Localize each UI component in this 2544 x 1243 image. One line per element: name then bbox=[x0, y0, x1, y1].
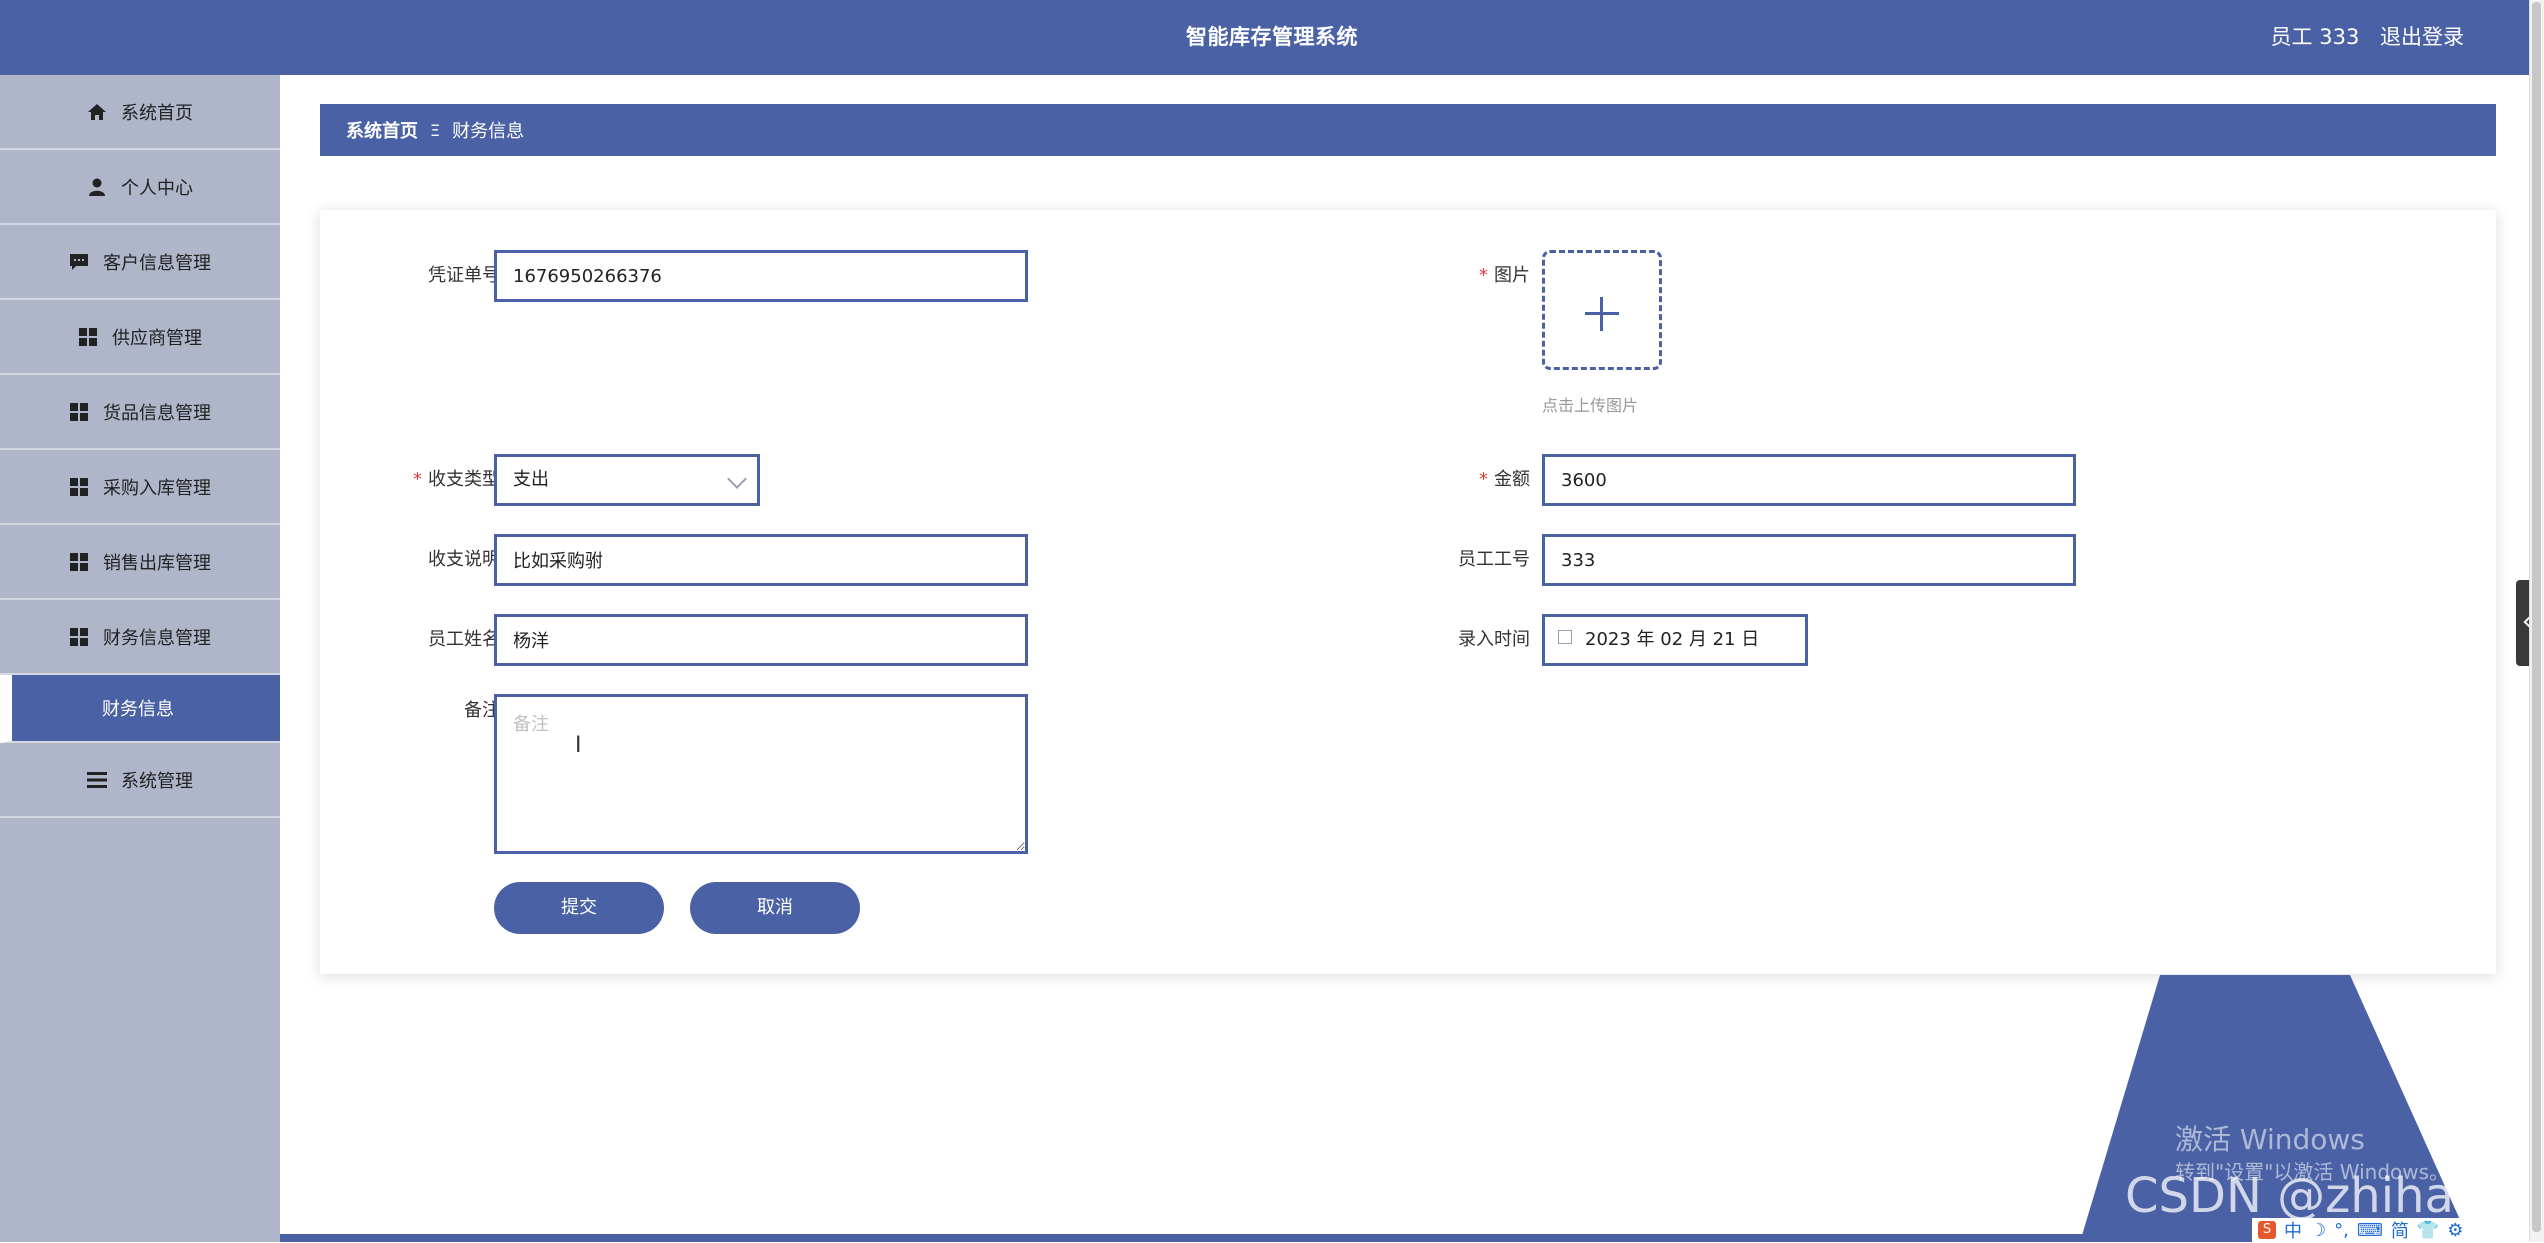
description-label: 收支说明 bbox=[428, 549, 500, 570]
page-scrollbar[interactable] bbox=[2529, 0, 2544, 1242]
breadcrumb-separator: Ξ bbox=[430, 120, 441, 140]
sidebar-item-goods[interactable]: 货品信息管理 bbox=[0, 375, 280, 450]
sidebar-item-system[interactable]: 系统管理 bbox=[0, 743, 280, 818]
sidebar-item-home[interactable]: 系统首页 bbox=[0, 75, 280, 150]
sidebar-item-label: 系统管理 bbox=[121, 770, 193, 792]
required-mark: * bbox=[1479, 265, 1488, 286]
sidebar-item-finance[interactable]: 财务信息管理 bbox=[0, 600, 280, 675]
amount-input[interactable] bbox=[1542, 454, 2076, 506]
employee-no-input[interactable] bbox=[1542, 534, 2076, 586]
sidebar-item-suppliers[interactable]: 供应商管理 bbox=[0, 300, 280, 375]
calendar-icon bbox=[1558, 630, 1572, 644]
ime-logo-icon[interactable]: S bbox=[2258, 1221, 2276, 1239]
grid-icon bbox=[69, 402, 89, 422]
sidebar-item-finance-info[interactable]: 财务信息 bbox=[0, 675, 280, 743]
employee-no-label: 员工工号 bbox=[1458, 549, 1530, 570]
grid-icon bbox=[69, 477, 89, 497]
windows-activation-watermark: 激活 Windows bbox=[2175, 1123, 2365, 1156]
ime-mode[interactable]: 中 bbox=[2284, 1217, 2302, 1243]
entry-time-picker[interactable]: 2023 年 02 月 21 日 bbox=[1542, 614, 1808, 666]
user-label: 员工 333 bbox=[2270, 25, 2360, 49]
upload-hint: 点击上传图片 bbox=[1542, 396, 1639, 415]
settings-icon[interactable]: ⚙ bbox=[2447, 1220, 2463, 1241]
type-select-value: 支出 bbox=[513, 469, 549, 490]
breadcrumb-home[interactable]: 系统首页 bbox=[346, 117, 418, 143]
csdn-watermark: CSDN @zhihao503 bbox=[2125, 1168, 2544, 1224]
punctuation-icon[interactable]: °, bbox=[2334, 1220, 2349, 1241]
employee-name-input[interactable] bbox=[494, 614, 1028, 666]
menu-icon bbox=[87, 770, 107, 790]
finance-form-card: 凭证单号 *图片 点击上传图片 *收支类型 支出 *金额 收支说明 员工工号 员… bbox=[320, 210, 2496, 974]
entry-time-label: 录入时间 bbox=[1458, 629, 1530, 650]
text-cursor-icon: I bbox=[575, 733, 582, 758]
user-icon bbox=[87, 177, 107, 197]
image-upload[interactable] bbox=[1542, 250, 1662, 370]
type-select[interactable]: 支出 bbox=[494, 454, 760, 506]
sidebar-item-label: 采购入库管理 bbox=[103, 477, 211, 499]
sidebar-item-label: 销售出库管理 bbox=[103, 552, 211, 574]
home-icon bbox=[87, 102, 107, 122]
shirt-icon[interactable]: 👕 bbox=[2417, 1220, 2439, 1241]
entry-time-value: 2023 年 02 月 21 日 bbox=[1585, 629, 1760, 650]
required-mark: * bbox=[1479, 469, 1488, 490]
system-tray: S 中 ☽ °, ⌨ 简 👕 ⚙ bbox=[2252, 1218, 2544, 1242]
voucher-no-input[interactable] bbox=[494, 250, 1028, 302]
type-label: * 收支类型 bbox=[413, 469, 500, 490]
sidebar-item-label: 系统首页 bbox=[121, 102, 193, 124]
breadcrumb-current: 财务信息 bbox=[452, 121, 525, 142]
remark-label: 备注 bbox=[464, 700, 500, 721]
amount-label: * 金额 bbox=[1479, 469, 1530, 490]
sidebar-item-sales[interactable]: 销售出库管理 bbox=[0, 525, 280, 600]
submit-button[interactable]: 提交 bbox=[494, 882, 664, 934]
sidebar-item-profile[interactable]: 个人中心 bbox=[0, 150, 280, 225]
cancel-button[interactable]: 取消 bbox=[690, 882, 860, 934]
sidebar-item-customers[interactable]: 客户信息管理 bbox=[0, 225, 280, 300]
grid-icon bbox=[78, 327, 98, 347]
app-title: 智能库存管理系统 bbox=[1186, 25, 1358, 49]
chat-icon bbox=[69, 252, 89, 272]
sidebar-item-purchase[interactable]: 采购入库管理 bbox=[0, 450, 280, 525]
scrollbar-thumb[interactable] bbox=[2532, 2, 2541, 1232]
user-area: 员工 333 退出登录 bbox=[2257, 0, 2464, 75]
employee-name-label: 员工姓名 bbox=[428, 629, 500, 650]
sidebar-item-label: 供应商管理 bbox=[112, 327, 202, 349]
grid-icon bbox=[69, 552, 89, 572]
required-mark: * bbox=[413, 469, 422, 490]
remark-textarea[interactable] bbox=[494, 694, 1028, 854]
sidebar-item-label: 财务信息管理 bbox=[103, 627, 211, 649]
sidebar-item-label: 货品信息管理 bbox=[103, 402, 211, 424]
logout-link[interactable]: 退出登录 bbox=[2380, 25, 2464, 49]
breadcrumb: 系统首页 Ξ 财务信息 bbox=[320, 104, 2496, 156]
bottom-bar bbox=[280, 1234, 2530, 1242]
image-label: * 图片 bbox=[1479, 265, 1530, 286]
simplified-toggle[interactable]: 简 bbox=[2391, 1217, 2409, 1243]
sidebar: 系统首页 个人中心 客户信息管理 供应商管理 货品信息管理 采购入库管理 销售出… bbox=[0, 75, 280, 1242]
description-input[interactable] bbox=[494, 534, 1028, 586]
sidebar-item-label: 客户信息管理 bbox=[103, 252, 211, 274]
sidebar-item-label: 个人中心 bbox=[121, 177, 193, 199]
top-header: 智能库存管理系统 员工 333 退出登录 bbox=[0, 0, 2544, 75]
keyboard-icon[interactable]: ⌨ bbox=[2357, 1220, 2383, 1241]
sidebar-item-label: 财务信息 bbox=[102, 699, 174, 720]
voucher-no-label: 凭证单号 bbox=[428, 265, 500, 286]
grid-icon bbox=[69, 627, 89, 647]
moon-icon[interactable]: ☽ bbox=[2310, 1220, 2326, 1241]
